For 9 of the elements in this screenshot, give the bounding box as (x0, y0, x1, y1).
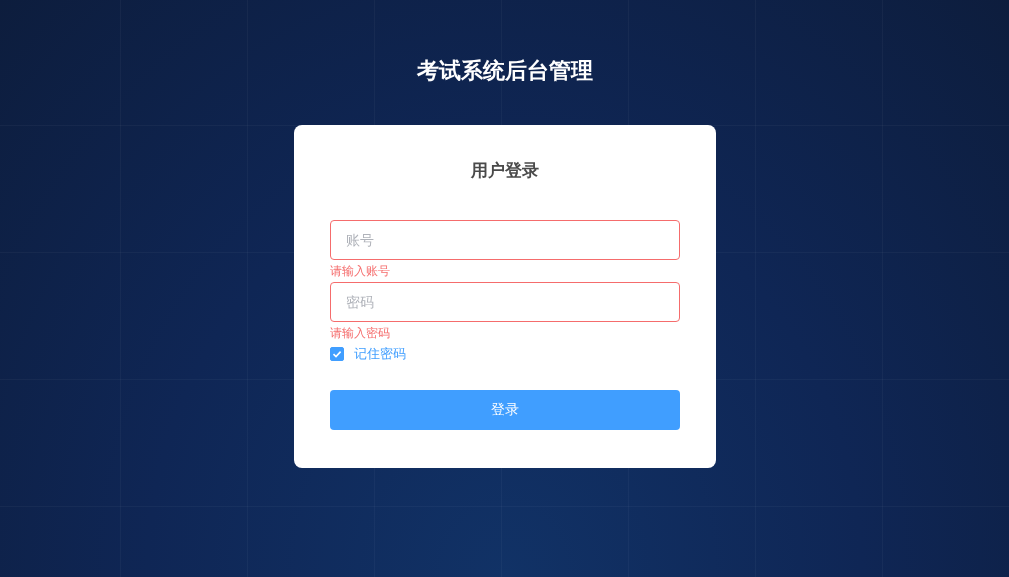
card-heading: 用户登录 (469, 159, 540, 182)
input-field[interactable]: 密码 (329, 282, 680, 322)
login-button[interactable]: 登录 (329, 390, 680, 430)
error-message: 请输入密码 (329, 325, 390, 342)
page-title: 考试系统后台管理 (416, 57, 593, 85)
input-field[interactable]: 账号 (329, 220, 680, 260)
checkbox[interactable] (329, 347, 344, 361)
error-message: 请输入账号 (329, 263, 390, 280)
remember-password-label[interactable]: 记住密码 (353, 345, 406, 363)
